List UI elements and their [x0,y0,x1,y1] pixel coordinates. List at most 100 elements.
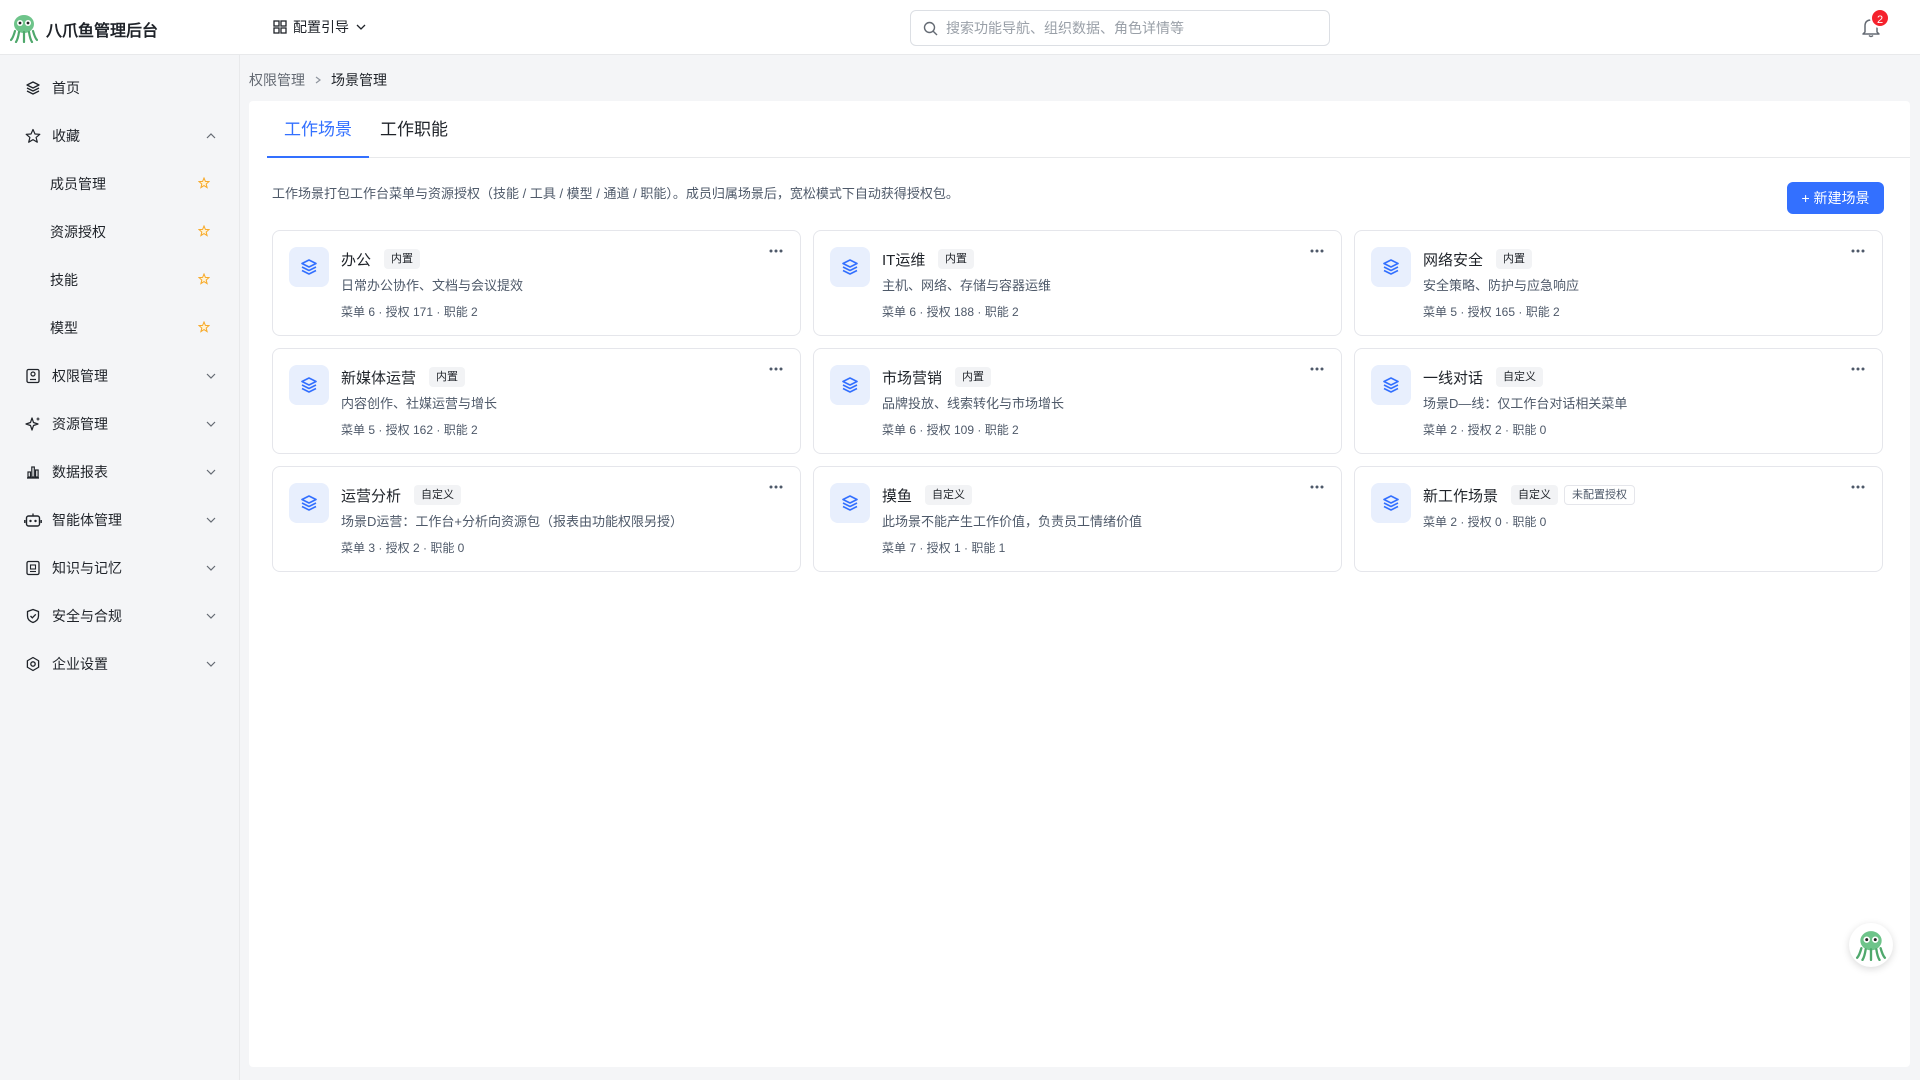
sidebar-item-permission-management[interactable]: 权限管理 [8,356,232,396]
assistant-button[interactable] [1849,923,1893,967]
scene-card[interactable]: 市场营销 内置 品牌投放、线索转化与市场增长 菜单 6 · 授权 109 · 职… [813,348,1342,454]
breadcrumb-parent[interactable]: 权限管理 [249,70,305,90]
chevron-down-icon [356,24,366,30]
scene-description: 主机、网络、存储与容器运维 [882,278,1052,293]
octopus-logo-icon[interactable] [10,13,38,43]
sidebar-item-enterprise-settings[interactable]: 企业设置 [8,644,232,684]
sidebar-fav-skills[interactable]: 技能 [8,260,232,300]
new-scene-button[interactable]: + 新建场景 [1787,182,1884,214]
scene-card[interactable]: 摸鱼 自定义 此场景不能产生工作价值，负责员工情绪价值 菜单 7 · 授权 1 … [813,466,1342,572]
sidebar-item-label: 企业设置 [52,656,108,672]
more-options-icon[interactable] [766,363,786,375]
sidebar-item-knowledge-memory[interactable]: 知识与记忆 [8,548,232,588]
top-header: 八爪鱼管理后台 配置引导 2 [0,0,1920,55]
more-options-icon[interactable] [1848,481,1868,493]
layers-icon [289,247,329,287]
chevron-down-icon [206,661,216,667]
chevron-down-icon [206,517,216,523]
chevron-down-icon [206,421,216,427]
sidebar-item-security-compliance[interactable]: 安全与合规 [8,596,232,636]
custom-tag: 自定义 [1511,485,1558,505]
builtin-tag: 内置 [938,249,974,269]
scene-card[interactable]: 一线对话 自定义 场景D—线：仅工作台对话相关菜单 菜单 2 · 授权 2 · … [1354,348,1883,454]
sidebar-item-label: 知识与记忆 [52,560,122,576]
more-options-icon[interactable] [766,245,786,257]
breadcrumb-current: 场景管理 [331,72,387,88]
sidebar-item-favorites[interactable]: 收藏 [8,116,232,156]
more-options-icon[interactable] [1848,363,1868,375]
star-filled-icon[interactable] [198,321,210,333]
scene-tags: 自定义 [1496,367,1543,387]
sidebar-fav-member-management[interactable]: 成员管理 [8,164,232,204]
book-icon [24,559,42,577]
builtin-tag: 内置 [384,249,420,269]
chevron-down-icon [206,613,216,619]
octopus-assistant-icon [1855,931,1887,961]
layers-icon [830,365,870,405]
scene-description: 安全策略、防护与应急响应 [1423,278,1580,293]
more-options-icon[interactable] [1307,481,1327,493]
sidebar-item-label: 智能体管理 [52,512,122,528]
layers-icon [289,483,329,523]
search-input[interactable] [946,20,1306,36]
more-options-icon[interactable] [1848,245,1868,257]
layers-icon [1371,483,1411,523]
layers-icon [830,483,870,523]
star-filled-icon[interactable] [198,273,210,285]
layers-icon [289,365,329,405]
scene-card[interactable]: 新工作场景 自定义 未配置授权 菜单 2 · 授权 0 · 职能 0 [1354,466,1883,572]
sidebar-item-resource-management[interactable]: 资源管理 [8,404,232,444]
scene-card[interactable]: 网络安全 内置 安全策略、防护与应急响应 菜单 5 · 授权 165 · 职能 … [1354,230,1883,336]
scene-stats: 菜单 7 · 授权 1 · 职能 1 [882,541,1006,555]
layers-icon [830,247,870,287]
layers-icon [1371,247,1411,287]
star-filled-icon[interactable] [198,177,210,189]
builtin-tag: 内置 [1496,249,1532,269]
app-title: 八爪鱼管理后台 [46,23,159,40]
sidebar-fav-resource-authorization[interactable]: 资源授权 [8,212,232,252]
chevron-up-icon [206,133,216,139]
scene-stats: 菜单 3 · 授权 2 · 职能 0 [341,541,465,555]
builtin-tag: 内置 [429,367,465,387]
sidebar-item-label: 模型 [50,320,78,336]
scene-tags: 自定义 未配置授权 [1511,485,1635,505]
scene-card[interactable]: 办公 内置 日常办公协作、文档与会议提效 菜单 6 · 授权 171 · 职能 … [272,230,801,336]
scene-stats: 菜单 2 · 授权 0 · 职能 0 [1423,515,1547,529]
scene-card[interactable]: IT运维 内置 主机、网络、存储与容器运维 菜单 6 · 授权 188 · 职能… [813,230,1342,336]
sidebar-fav-models[interactable]: 模型 [8,308,232,348]
custom-tag: 自定义 [414,485,461,505]
sidebar-item-label: 数据报表 [52,464,108,480]
custom-tag: 自定义 [1496,367,1543,387]
tab-work-functions[interactable]: 工作职能 [363,101,465,158]
unconfigured-auth-tag: 未配置授权 [1564,485,1635,505]
config-guide-label: 配置引导 [293,19,349,35]
scene-stats: 菜单 6 · 授权 171 · 职能 2 [341,305,478,319]
more-options-icon[interactable] [1307,245,1327,257]
more-options-icon[interactable] [1307,363,1327,375]
breadcrumb: 权限管理 场景管理 [249,70,387,90]
sparkle-icon [24,415,42,433]
hexagon-settings-icon [24,655,42,673]
robot-icon [24,511,42,529]
scene-card[interactable]: 运营分析 自定义 场景D运营：工作台+分析向资源包（报表由功能权限另授） 菜单 … [272,466,801,572]
sidebar-item-label: 成员管理 [50,176,106,192]
scene-stats: 菜单 5 · 授权 162 · 职能 2 [341,423,478,437]
star-filled-icon[interactable] [198,225,210,237]
global-search[interactable] [910,10,1330,46]
sidebar-item-home[interactable]: 首页 [8,68,232,108]
grid-icon [273,20,287,34]
tab-work-scenes[interactable]: 工作场景 [267,101,369,158]
chevron-right-icon [315,76,321,84]
config-guide-button[interactable]: 配置引导 [273,17,367,37]
chevron-down-icon [206,373,216,379]
more-options-icon[interactable] [766,481,786,493]
scene-name: 一线对话 [1423,370,1484,387]
scene-stats: 菜单 6 · 授权 188 · 职能 2 [882,305,1019,319]
scene-tags: 内置 [429,367,465,387]
sidebar-item-data-reports[interactable]: 数据报表 [8,452,232,492]
scene-card[interactable]: 新媒体运营 内置 内容创作、社媒运营与增长 菜单 5 · 授权 162 · 职能… [272,348,801,454]
star-icon [24,127,42,145]
sidebar-item-agent-management[interactable]: 智能体管理 [8,500,232,540]
builtin-tag: 内置 [955,367,991,387]
bar-chart-icon [24,463,42,481]
